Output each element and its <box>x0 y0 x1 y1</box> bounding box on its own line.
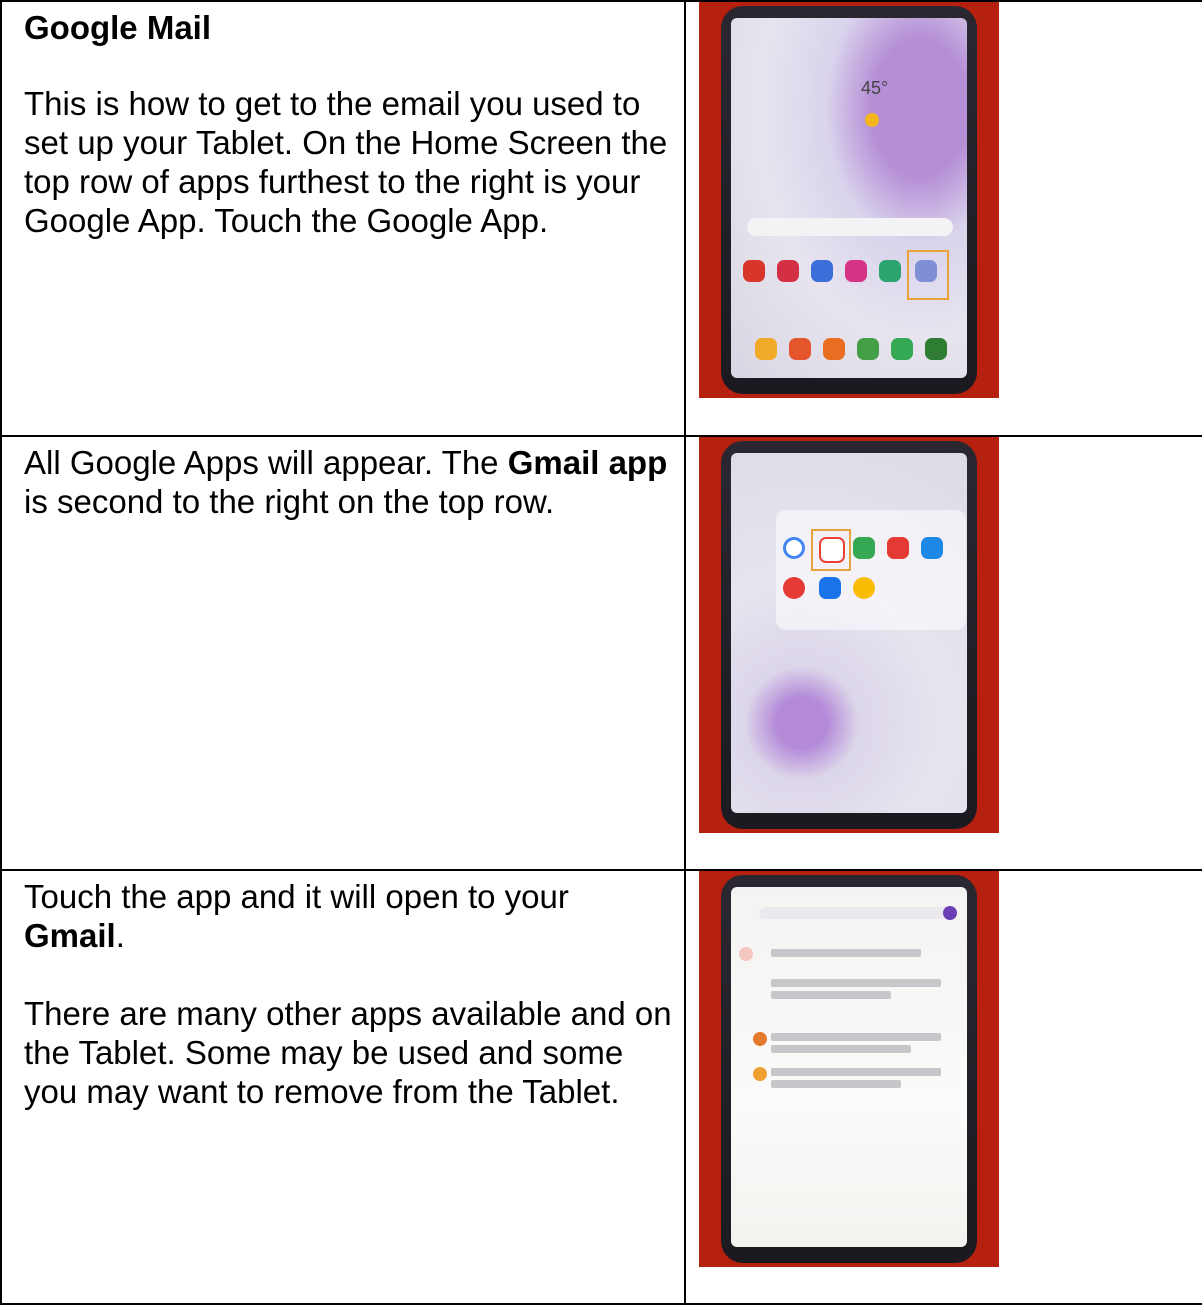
gmail-search-bar <box>759 907 957 919</box>
mail-row <box>771 1080 901 1088</box>
tablet-home-screen-photo: 45° <box>699 2 999 398</box>
instruction-table: Google Mail This is how to get to the em… <box>0 0 1202 1305</box>
tablet-device <box>721 875 977 1263</box>
drive-icon <box>921 537 943 559</box>
page-title: Google Mail <box>24 9 212 46</box>
mail-row <box>771 979 941 987</box>
app-icon <box>777 260 799 282</box>
body-paragraph: All Google Apps will appear. The Gmail a… <box>24 443 674 521</box>
tablet-gmail-inbox-photo <box>699 871 999 1267</box>
google-app-highlight <box>907 250 949 300</box>
app-icon <box>925 338 947 360</box>
app-icon <box>845 260 867 282</box>
app-icon <box>755 338 777 360</box>
bold-text: Gmail <box>24 917 116 954</box>
text-run: is second to the right on the top row. <box>24 483 555 520</box>
sender-avatar <box>753 1032 767 1046</box>
mail-row <box>771 1045 911 1053</box>
sender-avatar <box>753 1067 767 1081</box>
photos-icon <box>853 577 875 599</box>
app-icon <box>857 338 879 360</box>
google-folder-screen <box>731 453 967 813</box>
app-icon <box>789 338 811 360</box>
text-cell: Touch the app and it will open to your G… <box>0 869 686 1305</box>
app-icon <box>879 260 901 282</box>
text-run: All Google Apps will appear. The <box>24 444 508 481</box>
mail-row <box>771 1068 941 1076</box>
tablet-device <box>721 441 977 829</box>
google-apps-folder <box>776 510 966 630</box>
gmail-highlight <box>811 529 851 571</box>
table-row: Google Mail This is how to get to the em… <box>0 0 1202 437</box>
bold-text: Gmail app <box>507 444 668 481</box>
body-paragraph: This is how to get to the email you used… <box>24 84 674 240</box>
body-paragraph: There are many other apps available and … <box>24 994 674 1111</box>
gmail-inbox-screen <box>731 887 967 1247</box>
sun-icon <box>865 113 879 127</box>
photo-cell <box>684 435 1202 871</box>
paragraphs: Touch the app and it will open to your G… <box>24 877 674 1111</box>
table-row: All Google Apps will appear. The Gmail a… <box>0 435 1202 871</box>
duo-icon <box>819 577 841 599</box>
text-run: Touch the app and it will open to your <box>24 878 569 915</box>
maps-icon <box>853 537 875 559</box>
app-icon <box>823 338 845 360</box>
photo-cell: 45° <box>684 0 1202 437</box>
mail-row <box>771 1033 941 1041</box>
youtube-music-icon <box>783 577 805 599</box>
tablet-google-apps-photo <box>699 437 999 833</box>
text-cell: All Google Apps will appear. The Gmail a… <box>0 435 686 871</box>
paragraphs: This is how to get to the email you used… <box>24 84 674 240</box>
text-run: There are many other apps available and … <box>24 995 672 1110</box>
youtube-icon <box>887 537 909 559</box>
text-run: This is how to get to the email you used… <box>24 85 668 239</box>
text-run: . <box>115 917 125 954</box>
mail-row <box>771 991 891 999</box>
account-avatar <box>943 906 957 920</box>
google-search-icon <box>783 537 805 559</box>
home-screen: 45° <box>731 18 967 378</box>
text-cell: Google Mail This is how to get to the em… <box>0 0 686 437</box>
app-icon <box>811 260 833 282</box>
paragraphs: All Google Apps will appear. The Gmail a… <box>24 443 674 521</box>
mail-row <box>771 949 921 957</box>
app-icon <box>743 260 765 282</box>
body-paragraph: Touch the app and it will open to your G… <box>24 877 674 955</box>
photo-cell <box>684 869 1202 1305</box>
tablet-device: 45° <box>721 6 977 394</box>
search-bar <box>747 218 953 236</box>
weather-temperature: 45° <box>861 78 889 98</box>
app-icon <box>891 338 913 360</box>
inbox-icon <box>739 947 753 961</box>
table-row: Touch the app and it will open to your G… <box>0 869 1202 1305</box>
